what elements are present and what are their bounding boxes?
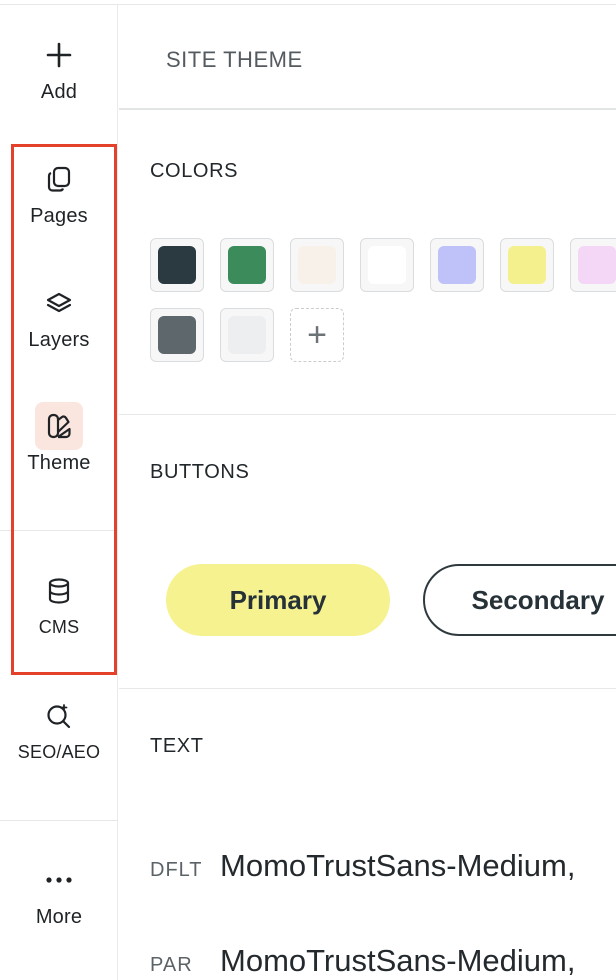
colors-label: COLORS [150, 160, 239, 182]
sidebar-item-label: Pages [30, 205, 88, 227]
sidebar-item-label: Add [40, 81, 78, 103]
theme-icon [35, 402, 83, 450]
add-color-button[interactable]: + [290, 308, 344, 362]
sidebar-item-pages[interactable]: Pages [0, 155, 118, 228]
sidebar-item-theme[interactable]: Theme [0, 402, 118, 475]
color-swatch[interactable] [150, 308, 204, 362]
theme-editor-window: Add Pages Layers Theme CMS SEO/AEO More … [0, 0, 616, 980]
swatch-chip [158, 246, 196, 284]
page-title: SITE THEME [166, 47, 303, 72]
sidebar-item-cms[interactable]: CMS [0, 567, 118, 638]
color-swatch[interactable] [360, 238, 414, 292]
text-style-tag: DFLT [150, 859, 203, 881]
text-label: TEXT [150, 735, 204, 757]
color-swatch[interactable] [430, 238, 484, 292]
text-style-font: MomoTrustSans-Medium, [220, 943, 576, 978]
text-style-row-default[interactable]: DFLT MomoTrustSans-Medium, [150, 848, 575, 884]
more-dots-icon [35, 856, 83, 904]
sidebar-item-label: SEO/AEO [17, 742, 101, 762]
colors-section: COLORS + [119, 112, 616, 414]
color-swatch[interactable] [220, 238, 274, 292]
sidebar-divider [0, 530, 118, 531]
text-style-tag: PAR [150, 954, 193, 976]
swatch-chip [158, 316, 196, 354]
swatch-chip [298, 246, 336, 284]
left-sidebar: Add Pages Layers Theme CMS SEO/AEO More [0, 5, 118, 980]
swatch-chip [578, 246, 616, 284]
sidebar-item-add[interactable]: Add [0, 31, 118, 104]
primary-button-preview[interactable]: Primary [166, 564, 390, 636]
plus-icon: + [307, 316, 327, 354]
color-swatch[interactable] [500, 238, 554, 292]
color-swatch[interactable] [290, 238, 344, 292]
layers-icon [35, 279, 83, 327]
swatch-chip [438, 246, 476, 284]
color-swatch[interactable] [220, 308, 274, 362]
seo-search-sparkle-icon [35, 692, 83, 740]
secondary-button-preview[interactable]: Secondary [423, 564, 616, 636]
sidebar-item-label: Theme [27, 452, 91, 474]
text-section: TEXT [119, 689, 616, 980]
color-swatch[interactable] [150, 238, 204, 292]
sidebar-item-label: CMS [38, 617, 80, 637]
buttons-section: BUTTONS [119, 415, 616, 688]
theme-panel: SITE THEME COLORS + BUTTONS Primary Seco… [119, 5, 616, 980]
sidebar-item-label: Layers [28, 329, 90, 351]
buttons-label: BUTTONS [150, 461, 250, 483]
text-style-font: MomoTrustSans-Medium, [220, 848, 576, 883]
swatch-chip [508, 246, 546, 284]
swatch-chip [228, 316, 266, 354]
color-swatch[interactable] [570, 238, 616, 292]
sidebar-item-label: More [35, 906, 83, 928]
panel-header: SITE THEME [119, 5, 616, 110]
sidebar-divider [0, 820, 118, 821]
sidebar-item-seo[interactable]: SEO/AEO [0, 692, 118, 763]
text-style-row-paragraph[interactable]: PAR MomoTrustSans-Medium, [150, 943, 575, 979]
database-icon [35, 567, 83, 615]
swatch-chip [368, 246, 406, 284]
swatch-chip [228, 246, 266, 284]
sidebar-item-more[interactable]: More [0, 856, 118, 929]
sidebar-item-layers[interactable]: Layers [0, 279, 118, 352]
plus-icon [35, 31, 83, 79]
pages-icon [35, 155, 83, 203]
